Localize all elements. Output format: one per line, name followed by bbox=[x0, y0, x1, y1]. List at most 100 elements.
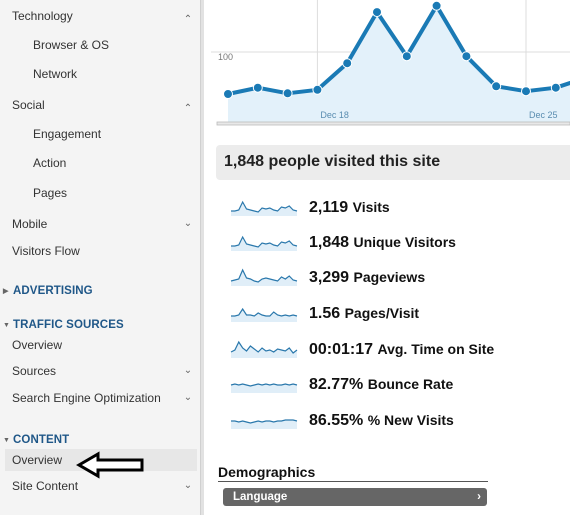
sparkline bbox=[231, 235, 298, 251]
metric-number: 00:01:17 bbox=[309, 341, 374, 358]
sidebar-item-label: Mobile bbox=[12, 217, 48, 231]
chevron-down-icon: ⌄ bbox=[183, 392, 193, 403]
sidebar-item-label: Sources bbox=[12, 364, 57, 378]
sidebar-item-label: Pages bbox=[33, 186, 68, 200]
sparkline bbox=[231, 307, 298, 322]
metric-row[interactable]: 3,299 Pageviews bbox=[230, 265, 570, 291]
metric-value: 1.56 Pages/Visit bbox=[309, 305, 419, 323]
sparkline bbox=[231, 200, 298, 216]
section-label: TRAFFIC SOURCES bbox=[13, 319, 124, 331]
sidebar: Technology ⌃ Browser & OS Network Social ⌃ Eng… bbox=[0, 0, 200, 515]
sidebar-item-label: Social bbox=[12, 98, 45, 112]
triangle-down-icon: ▼ bbox=[3, 322, 11, 329]
summary-title: 1,848 people visited this site bbox=[224, 153, 441, 170]
sidebar-item-visitors-flow[interactable]: Visitors Flow bbox=[0, 240, 200, 262]
sidebar-divider[interactable] bbox=[200, 0, 204, 515]
metric-row[interactable]: 2,119 Visits bbox=[230, 195, 570, 221]
metric-row[interactable]: 86.55% % New Visits bbox=[230, 408, 570, 434]
sidebar-item-label: Overview bbox=[12, 453, 63, 467]
section-label: CONTENT bbox=[13, 434, 70, 446]
visits-chart: 100 Dec 18 Dec 25 bbox=[211, 0, 570, 126]
data-point bbox=[312, 84, 323, 95]
language-button[interactable]: Language › bbox=[223, 488, 487, 506]
sidebar-item-label: Overview bbox=[12, 338, 63, 352]
sidebar-item-social[interactable]: Social ⌃ bbox=[0, 94, 200, 116]
metric-name: Pages/Visit bbox=[344, 305, 420, 321]
left-arrow-icon bbox=[76, 451, 144, 479]
metric-number: 82.77% bbox=[309, 376, 364, 393]
sidebar-item-label: Action bbox=[33, 156, 67, 170]
x-tick-label: Dec 18 bbox=[320, 110, 349, 120]
sidebar-item-mobile[interactable]: Mobile ⌄ bbox=[0, 213, 200, 235]
data-point bbox=[223, 89, 233, 99]
metric-row[interactable]: 82.77% Bounce Rate bbox=[230, 372, 570, 398]
metric-value: 2,119 Visits bbox=[309, 199, 390, 217]
sidebar-item-label: Search Engine Optimization bbox=[12, 391, 161, 405]
x-tick-label: Dec 25 bbox=[529, 110, 558, 120]
data-point bbox=[342, 58, 353, 69]
sidebar-item-action[interactable]: Action bbox=[0, 152, 200, 174]
metric-name: Visits bbox=[352, 199, 390, 215]
sparkline-area bbox=[231, 384, 297, 393]
metric-number: 1.56 bbox=[309, 305, 341, 322]
metric-number: 86.55% bbox=[309, 412, 364, 429]
demographics-title: Demographics bbox=[218, 464, 316, 480]
chevron-up-icon: ⌃ bbox=[183, 103, 193, 114]
sidebar-item-label: Visitors Flow bbox=[12, 244, 80, 258]
data-point bbox=[372, 7, 382, 18]
sidebar-item-label: Site Content bbox=[12, 479, 79, 493]
data-point bbox=[282, 88, 293, 99]
triangle-down-icon: ▼ bbox=[3, 437, 11, 444]
sidebar-item-label: Network bbox=[33, 67, 78, 81]
data-point bbox=[431, 0, 442, 11]
sparkline bbox=[230, 268, 298, 286]
sidebar-item-technology[interactable]: Technology ⌃ bbox=[0, 5, 200, 27]
sparkline bbox=[230, 383, 298, 393]
sparkline bbox=[231, 419, 298, 429]
metric-value: 3,299 Pageviews bbox=[309, 269, 425, 287]
metric-name: Avg. Time on Site bbox=[377, 341, 495, 357]
sidebar-item-sources[interactable]: Sources ⌄ bbox=[0, 360, 200, 382]
metric-value: 86.55% % New Visits bbox=[309, 412, 454, 430]
data-point bbox=[461, 51, 472, 62]
data-point bbox=[252, 82, 263, 93]
sidebar-item-engagement[interactable]: Engagement bbox=[0, 123, 200, 145]
metric-row[interactable]: 1,848 Unique Visitors bbox=[230, 230, 570, 256]
language-label: Language bbox=[233, 491, 288, 503]
summary-header: 1,848 people visited this site bbox=[216, 145, 570, 180]
metric-number: 2,119 bbox=[309, 199, 349, 216]
metric-name: % New Visits bbox=[367, 412, 454, 428]
metric-value: 00:01:17 Avg. Time on Site bbox=[309, 341, 494, 359]
sidebar-item-pages[interactable]: Pages bbox=[0, 182, 200, 204]
sidebar-item-label: Technology bbox=[12, 9, 73, 23]
metric-row[interactable]: 00:01:17 Avg. Time on Site bbox=[230, 337, 570, 363]
metric-name: Unique Visitors bbox=[353, 234, 456, 250]
x-axis bbox=[216, 121, 570, 126]
metric-name: Bounce Rate bbox=[367, 376, 454, 392]
metric-number: 1,848 bbox=[309, 234, 350, 251]
metric-value: 82.77% Bounce Rate bbox=[309, 376, 453, 394]
sparkline bbox=[230, 340, 298, 358]
data-point bbox=[521, 86, 531, 97]
metric-row[interactable]: 1.56 Pages/Visit bbox=[230, 301, 570, 327]
triangle-right-icon: ▶ bbox=[3, 288, 9, 295]
chevron-down-icon: ⌄ bbox=[183, 365, 193, 376]
chevron-up-icon: ⌃ bbox=[183, 14, 193, 25]
demographics-divider bbox=[218, 481, 488, 482]
sidebar-item-browser-os[interactable]: Browser & OS bbox=[0, 34, 200, 56]
sidebar-item-traffic-overview[interactable]: Overview bbox=[0, 334, 200, 356]
chevron-down-icon: ⌄ bbox=[183, 480, 193, 491]
sidebar-item-label: Engagement bbox=[33, 127, 102, 141]
sidebar-item-label: Browser & OS bbox=[33, 38, 110, 52]
data-point bbox=[401, 51, 412, 62]
chevron-down-icon: ⌄ bbox=[183, 218, 193, 229]
metric-value: 1,848 Unique Visitors bbox=[309, 234, 456, 252]
chart-area bbox=[228, 5, 570, 122]
sidebar-item-network[interactable]: Network bbox=[0, 63, 200, 85]
metric-number: 3,299 bbox=[309, 269, 350, 286]
sidebar-item-seo[interactable]: Search Engine Optimization ⌄ bbox=[0, 387, 200, 409]
metric-name: Pageviews bbox=[353, 269, 426, 285]
chevron-right-icon: › bbox=[477, 491, 481, 503]
data-point bbox=[491, 81, 502, 92]
section-label: ADVERTISING bbox=[13, 285, 93, 297]
